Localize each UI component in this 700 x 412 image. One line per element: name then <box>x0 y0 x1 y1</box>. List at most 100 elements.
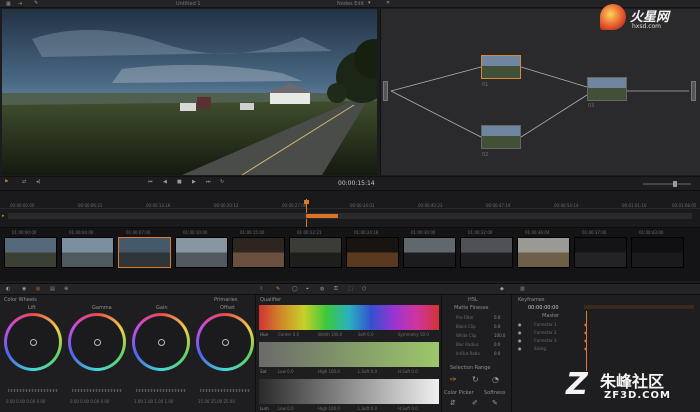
track-lock-icon[interactable]: ▸ <box>2 213 5 219</box>
matte-param-value[interactable]: 0.0 <box>494 351 500 356</box>
zoom-slider[interactable] <box>643 183 691 185</box>
mini-timeline[interactable]: 00:00:00:00 00:00:06:21 00:00:13:16 00:0… <box>0 190 700 227</box>
motion-icon[interactable]: ⊕ <box>64 286 68 292</box>
3d-icon[interactable]: ⬡ <box>362 286 366 292</box>
track-toggle-icon[interactable]: ● <box>518 322 522 327</box>
clip-thumbnail[interactable] <box>118 237 171 268</box>
qualifier-field[interactable]: High 100.0 <box>318 369 340 374</box>
step-forward-icon[interactable]: ⏭ <box>206 179 211 185</box>
video-viewer[interactable] <box>2 9 377 175</box>
color-wheels-icon[interactable]: ◎ <box>36 286 40 292</box>
minus-icon[interactable]: ✎ <box>492 399 498 407</box>
qualifier-icon[interactable]: ✎ <box>276 286 280 292</box>
qualifier-field[interactable]: High 100.0 <box>318 406 340 411</box>
dropdown-icon[interactable]: ▾ <box>368 0 371 6</box>
wheel-puck[interactable] <box>93 338 101 346</box>
rgb-mixer-icon[interactable]: ▤ <box>50 286 55 292</box>
wheel-puck[interactable] <box>221 338 229 346</box>
clip-thumbnail[interactable] <box>403 237 456 268</box>
blur-icon[interactable]: ◍ <box>320 286 324 292</box>
track-toggle-icon[interactable]: ● <box>518 330 522 335</box>
wrench-icon[interactable]: ✎ <box>34 0 38 6</box>
track-toggle-icon[interactable]: ● <box>518 338 522 343</box>
window-icon[interactable]: ◯ <box>292 286 298 292</box>
color-wheel[interactable] <box>4 313 62 371</box>
color-wheel[interactable] <box>68 313 126 371</box>
matte-param-value[interactable]: 0.0 <box>494 315 500 320</box>
softness-icon[interactable]: ◔ <box>492 375 499 384</box>
flag-icon[interactable]: ⚑ <box>4 179 8 185</box>
output-handle[interactable] <box>691 81 696 101</box>
clip-thumbnail[interactable] <box>460 237 513 268</box>
clip-thumbnail[interactable] <box>574 237 627 268</box>
wheel-puck[interactable] <box>157 338 165 346</box>
zoom-slider-handle[interactable] <box>673 181 677 187</box>
hue-range-swatch[interactable] <box>259 305 439 330</box>
wheel-master-slider[interactable] <box>72 389 122 392</box>
qualifier-field[interactable]: L.Soft 0.0 <box>358 369 377 374</box>
key-icon[interactable]: ⚿ <box>334 286 338 292</box>
color-wheel[interactable] <box>196 313 254 371</box>
picker-icon[interactable]: ✑ <box>450 375 457 384</box>
qualifier-field[interactable]: H.Soft 0.0 <box>398 369 418 374</box>
node-corrector-2[interactable] <box>481 125 521 149</box>
qualifier-field[interactable]: Width 100.0 <box>318 332 342 337</box>
curves-icon[interactable]: ⌇ <box>260 286 262 292</box>
qualifier-row-name[interactable]: Sat <box>260 369 267 374</box>
lum-range-swatch[interactable] <box>259 379 439 404</box>
matte-param-value[interactable]: 0.0 <box>494 342 500 347</box>
node-corrector-3[interactable] <box>587 77 627 101</box>
shuffle-icon[interactable]: ⇄ <box>22 179 26 185</box>
wheel-master-slider[interactable] <box>200 389 250 392</box>
volume-icon[interactable]: ◂) <box>36 179 40 185</box>
sat-range-swatch[interactable] <box>259 342 439 367</box>
node-corrector-1[interactable] <box>481 55 521 79</box>
arrow-icon[interactable]: ⇥ <box>18 1 22 7</box>
loop-icon[interactable]: ↻ <box>220 179 224 185</box>
color-match-icon[interactable]: ◉ <box>22 286 26 292</box>
qualifier-row-name[interactable]: Lum <box>260 406 269 411</box>
clip-thumbnail[interactable] <box>61 237 114 268</box>
clip-thumbnail[interactable] <box>4 237 57 268</box>
playhead-marker[interactable] <box>304 200 309 204</box>
scopes-icon[interactable]: ▥ <box>520 286 525 292</box>
color-wheel[interactable] <box>132 313 190 371</box>
wheel-puck[interactable] <box>29 338 37 346</box>
clip-thumbnail[interactable] <box>232 237 285 268</box>
clip-thumbnail[interactable] <box>517 237 570 268</box>
refresh-icon[interactable]: ↻ <box>472 375 479 384</box>
sizing-icon[interactable]: ⬚ <box>348 286 353 292</box>
active-clip-range[interactable] <box>306 214 338 218</box>
qualifier-field[interactable]: Low 0.0 <box>278 369 294 374</box>
qualifier-field[interactable]: H.Soft 0.0 <box>398 406 418 411</box>
skip-back-icon[interactable]: ⏮ <box>148 179 153 185</box>
wheel-master-slider[interactable] <box>8 389 58 392</box>
wheel-master-slider[interactable] <box>136 389 186 392</box>
qualifier-field[interactable]: Symmetry 50.0 <box>398 332 429 337</box>
keyframes-icon[interactable]: ◆ <box>500 286 504 292</box>
invert-icon[interactable]: ⇵ <box>450 399 456 407</box>
matte-param-value[interactable]: 100.0 <box>494 333 505 338</box>
close-icon[interactable]: ✕ <box>386 0 390 6</box>
keyframe-cursor[interactable] <box>586 311 587 371</box>
qualifier-field[interactable]: Soft 0.0 <box>358 332 374 337</box>
clip-thumbnail[interactable] <box>346 237 399 268</box>
clip-thumbnail[interactable] <box>175 237 228 268</box>
qualifier-field[interactable]: L.Soft 0.0 <box>358 406 377 411</box>
camera-raw-icon[interactable]: ◐ <box>6 286 10 292</box>
matte-param-value[interactable]: 0.0 <box>494 324 500 329</box>
grid-icon[interactable]: ▦ <box>6 1 11 7</box>
step-back-icon[interactable]: ◀ <box>163 179 167 185</box>
clip-thumbnail[interactable] <box>631 237 684 268</box>
clip-thumbnail[interactable] <box>289 237 342 268</box>
tracker-icon[interactable]: ⌖ <box>306 286 309 292</box>
input-handle[interactable] <box>383 81 388 101</box>
track-toggle-icon[interactable]: ● <box>518 346 522 351</box>
qualifier-row-name[interactable]: Hue <box>260 332 268 337</box>
qualifier-field[interactable]: Center 0.0 <box>278 332 299 337</box>
brush-icon[interactable]: ✐ <box>472 399 478 407</box>
qualifier-field[interactable]: Low 0.0 <box>278 406 294 411</box>
wheels-tab-label[interactable]: Primaries <box>214 297 237 303</box>
play-icon[interactable]: ▶ <box>192 179 196 185</box>
stop-icon[interactable]: ■ <box>177 179 182 185</box>
